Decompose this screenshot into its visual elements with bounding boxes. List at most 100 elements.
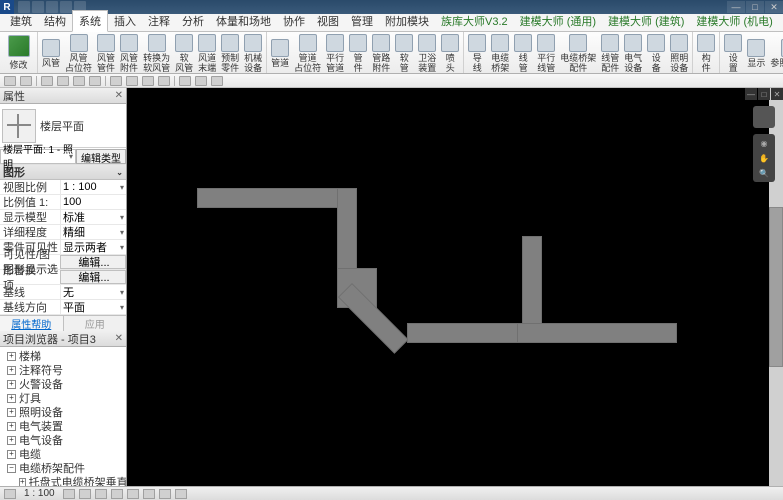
opt-btn[interactable]: [57, 76, 69, 86]
opt-btn[interactable]: [4, 76, 16, 86]
ribbon-button[interactable]: 风道末端: [196, 33, 218, 74]
status-btn[interactable]: [175, 489, 187, 499]
ribbon-tab[interactable]: 系统: [72, 10, 108, 32]
tree-toggle-icon[interactable]: +: [7, 450, 16, 459]
status-btn[interactable]: [111, 489, 123, 499]
tree-node[interactable]: +灯具: [0, 391, 126, 405]
opt-btn[interactable]: [110, 76, 122, 86]
opt-btn[interactable]: [195, 76, 207, 86]
opt-btn[interactable]: [89, 76, 101, 86]
ribbon-button[interactable]: 风管附件: [118, 33, 140, 74]
ribbon-tab[interactable]: 建筑: [4, 11, 38, 31]
status-btn[interactable]: [79, 489, 91, 499]
property-value[interactable]: 100: [60, 195, 126, 209]
status-btn[interactable]: [143, 489, 155, 499]
ribbon-button[interactable]: 设备: [645, 33, 667, 74]
ribbon-tab[interactable]: 体量和场地: [210, 11, 277, 31]
ribbon-tab[interactable]: 附加模块: [379, 11, 435, 31]
opt-btn[interactable]: [126, 76, 138, 86]
tree-node[interactable]: +照明设备: [0, 405, 126, 419]
opt-btn[interactable]: [41, 76, 53, 86]
status-btn[interactable]: [63, 489, 75, 499]
tree-node[interactable]: +楼梯: [0, 349, 126, 363]
tree-node[interactable]: −电缆桥架配件: [0, 461, 126, 475]
ribbon-tab[interactable]: 结构: [38, 11, 72, 31]
ribbon-button[interactable]: 软管: [393, 33, 415, 74]
ribbon-button[interactable]: 管道: [269, 38, 291, 69]
ribbon-tab[interactable]: 建模大师 (建筑): [602, 11, 690, 31]
ribbon-tab[interactable]: 管理: [345, 11, 379, 31]
property-help-link[interactable]: 属性帮助: [0, 316, 63, 331]
property-value[interactable]: 无: [60, 285, 126, 299]
ribbon-tab[interactable]: 注释: [142, 11, 176, 31]
ribbon-button[interactable]: 喷头: [439, 33, 461, 74]
modify-button[interactable]: 修改: [1, 33, 37, 73]
property-value[interactable]: 标准: [60, 210, 126, 224]
ribbon-button[interactable]: 管路附件: [370, 33, 392, 74]
view-close-icon[interactable]: ✕: [771, 88, 783, 100]
ribbon-button[interactable]: 电缆桥架: [489, 33, 511, 74]
ribbon-button[interactable]: 导线: [466, 33, 488, 74]
property-value[interactable]: 平面: [60, 300, 126, 314]
close-icon[interactable]: ✕: [115, 90, 123, 101]
tree-toggle-icon[interactable]: +: [7, 436, 16, 445]
ribbon-button[interactable]: 线管配件: [599, 33, 621, 74]
ribbon-button[interactable]: 机械设备: [242, 33, 264, 74]
ribbon-button[interactable]: 构件: [695, 33, 717, 74]
ribbon-button[interactable]: 显示: [745, 38, 767, 69]
tree-node[interactable]: +注释符号: [0, 363, 126, 377]
ribbon-button[interactable]: 预制零件: [219, 33, 241, 74]
opt-btn[interactable]: [20, 76, 32, 86]
close-icon[interactable]: ✕: [115, 333, 123, 344]
expand-icon[interactable]: ⌄: [116, 168, 123, 177]
property-edit-button[interactable]: 编辑...: [60, 270, 126, 284]
tree-node[interactable]: +电气设备: [0, 433, 126, 447]
nav-zoom-icon[interactable]: 🔍: [758, 167, 770, 179]
ribbon-button[interactable]: 照明设备: [668, 33, 690, 74]
ribbon-tab[interactable]: 建模大师 (施工): [779, 11, 783, 31]
status-btn[interactable]: [127, 489, 139, 499]
ribbon-tab[interactable]: 建模大师 (机电): [690, 11, 778, 31]
ribbon-tab[interactable]: 分析: [176, 11, 210, 31]
opt-btn[interactable]: [158, 76, 170, 86]
tree-toggle-icon[interactable]: +: [7, 408, 16, 417]
scroll-thumb[interactable]: [769, 207, 783, 366]
status-btn[interactable]: [4, 489, 16, 499]
property-value[interactable]: 显示两者: [60, 240, 126, 254]
tree-node[interactable]: +火警设备: [0, 377, 126, 391]
tree-node[interactable]: +电气装置: [0, 419, 126, 433]
ribbon-button[interactable]: 线管: [512, 33, 534, 74]
edit-type-button[interactable]: 编辑类型: [76, 149, 126, 164]
drawing-canvas[interactable]: —□✕ ◉ ✋ 🔍: [127, 88, 783, 500]
ribbon-button[interactable]: 风管: [40, 38, 62, 69]
ribbon-button[interactable]: 电气设备: [622, 33, 644, 74]
ribbon-tab[interactable]: 插入: [108, 11, 142, 31]
view-scale[interactable]: 1 : 100: [20, 488, 59, 499]
ribbon-button[interactable]: 风管占位符: [63, 33, 94, 74]
nav-wheel-icon[interactable]: ◉: [758, 137, 770, 149]
property-edit-button[interactable]: 编辑...: [60, 255, 126, 269]
status-btn[interactable]: [95, 489, 107, 499]
tree-toggle-icon[interactable]: +: [7, 394, 16, 403]
status-btn[interactable]: [159, 489, 171, 499]
opt-btn[interactable]: [73, 76, 85, 86]
ribbon-button[interactable]: 平行线管: [535, 33, 557, 74]
ribbon-tab[interactable]: 视图: [311, 11, 345, 31]
ribbon-tab[interactable]: 协作: [277, 11, 311, 31]
tree-toggle-icon[interactable]: +: [7, 366, 16, 375]
ribbon-button[interactable]: 平行管道: [324, 33, 346, 74]
view-min-icon[interactable]: —: [745, 88, 757, 100]
nav-pan-icon[interactable]: ✋: [758, 152, 770, 164]
property-value[interactable]: 1 : 100: [60, 180, 126, 194]
tree-toggle-icon[interactable]: +: [7, 352, 16, 361]
tree-toggle-icon[interactable]: +: [7, 422, 16, 431]
ribbon-tab[interactable]: 族库大师V3.2: [435, 11, 514, 31]
ribbon-button[interactable]: 软风管: [173, 33, 195, 74]
ribbon-button[interactable]: 设置: [722, 33, 744, 74]
ribbon-button[interactable]: 参照 平面: [768, 38, 783, 69]
ribbon-tab[interactable]: 建模大师 (通用): [514, 11, 602, 31]
ribbon-button[interactable]: 管道占位符: [292, 33, 323, 74]
tree-toggle-icon[interactable]: −: [7, 464, 16, 473]
property-value[interactable]: 精细: [60, 225, 126, 239]
view-cube[interactable]: [753, 106, 775, 128]
